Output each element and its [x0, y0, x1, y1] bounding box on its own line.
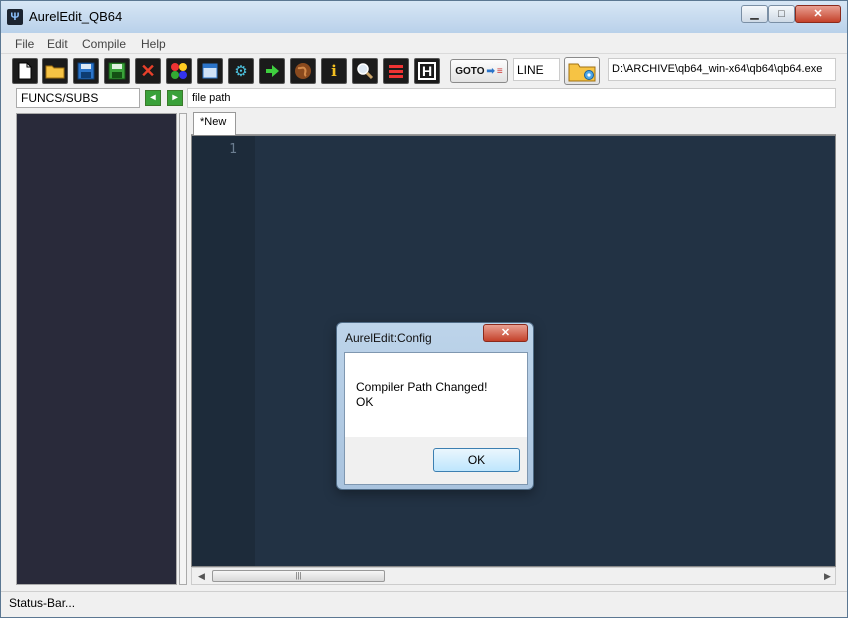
dialog-message-line1: Compiler Path Changed!	[356, 380, 488, 394]
file-path-field[interactable]: file path	[187, 88, 836, 108]
menu-bar: File Edit Compile Help	[1, 34, 847, 54]
dialog-message: Compiler Path Changed! OK	[356, 380, 487, 410]
compiler-folder-button[interactable]	[564, 57, 600, 85]
color-icon[interactable]	[166, 58, 192, 84]
tab-strip: *New	[191, 111, 836, 135]
status-text: Status-Bar...	[9, 596, 76, 610]
minimize-button[interactable]: ▁	[741, 5, 768, 23]
help-icon[interactable]: H	[414, 58, 440, 84]
folder-settings-icon	[568, 63, 596, 82]
dialog-body: Compiler Path Changed! OK OK	[344, 352, 528, 485]
window-title: AurelEdit_QB64	[29, 9, 123, 24]
save-icon[interactable]	[73, 58, 99, 84]
line-gutter: 1	[192, 136, 255, 566]
scroll-thumb[interactable]: |||	[212, 570, 385, 582]
arrow-right-icon: ➡	[486, 65, 495, 77]
nav-back-button[interactable]: ◂	[145, 90, 161, 106]
window-icon[interactable]	[197, 58, 223, 84]
run-icon[interactable]	[259, 58, 285, 84]
title-bar[interactable]: Ψ AurelEdit_QB64 ▁ □ ✕	[1, 1, 847, 33]
open-folder-icon[interactable]	[42, 58, 68, 84]
funcs-subs-field[interactable]: FUNCS/SUBS	[16, 88, 140, 108]
scroll-right-icon[interactable]: ▶	[824, 571, 831, 582]
settings-gear-icon[interactable]: ⚙	[228, 58, 254, 84]
horizontal-scrollbar[interactable]: ◀ ||| ▶	[191, 567, 836, 585]
line-number-input[interactable]: LINE	[513, 58, 560, 81]
close-window-button[interactable]: ✕	[795, 5, 841, 23]
qb64-app-icon: Ψ	[7, 9, 23, 25]
app-window: Ψ AurelEdit_QB64 ▁ □ ✕ File Edit Compile…	[0, 0, 848, 618]
menu-edit[interactable]: Edit	[47, 37, 68, 51]
dialog-close-button[interactable]: ✕	[483, 324, 528, 342]
functions-panel[interactable]	[16, 113, 177, 585]
document-icon: ≡	[496, 65, 503, 77]
tab-new[interactable]: *New	[193, 112, 236, 135]
ok-button[interactable]: OK	[433, 448, 520, 472]
dialog-title: AurelEdit:Config	[345, 331, 432, 345]
menu-compile[interactable]: Compile	[82, 37, 126, 51]
goto-button[interactable]: GOTO ➡ ≡	[450, 59, 508, 83]
goto-label: GOTO	[455, 65, 485, 77]
line-number: 1	[229, 142, 237, 157]
compiler-path-field[interactable]: D:\ARCHIVE\qb64_win-x64\qb64\qb64.exe	[608, 58, 836, 81]
globe-icon[interactable]	[290, 58, 316, 84]
dialog-footer: OK	[345, 437, 527, 484]
save-as-icon[interactable]	[104, 58, 130, 84]
info-icon[interactable]: i	[321, 58, 347, 84]
panel-splitter[interactable]	[179, 113, 187, 585]
list-icon[interactable]	[383, 58, 409, 84]
close-file-icon[interactable]: ✕	[135, 58, 161, 84]
status-bar: Status-Bar...	[1, 591, 847, 617]
maximize-button[interactable]: □	[768, 5, 795, 23]
scroll-left-icon[interactable]: ◀	[198, 571, 205, 582]
search-icon[interactable]	[352, 58, 378, 84]
menu-file[interactable]: File	[15, 37, 34, 51]
dialog-message-line2: OK	[356, 395, 374, 409]
new-file-icon[interactable]	[12, 58, 38, 84]
config-dialog: AurelEdit:Config ✕ Compiler Path Changed…	[336, 322, 534, 490]
menu-help[interactable]: Help	[141, 37, 166, 51]
nav-forward-button[interactable]: ▸	[167, 90, 183, 106]
